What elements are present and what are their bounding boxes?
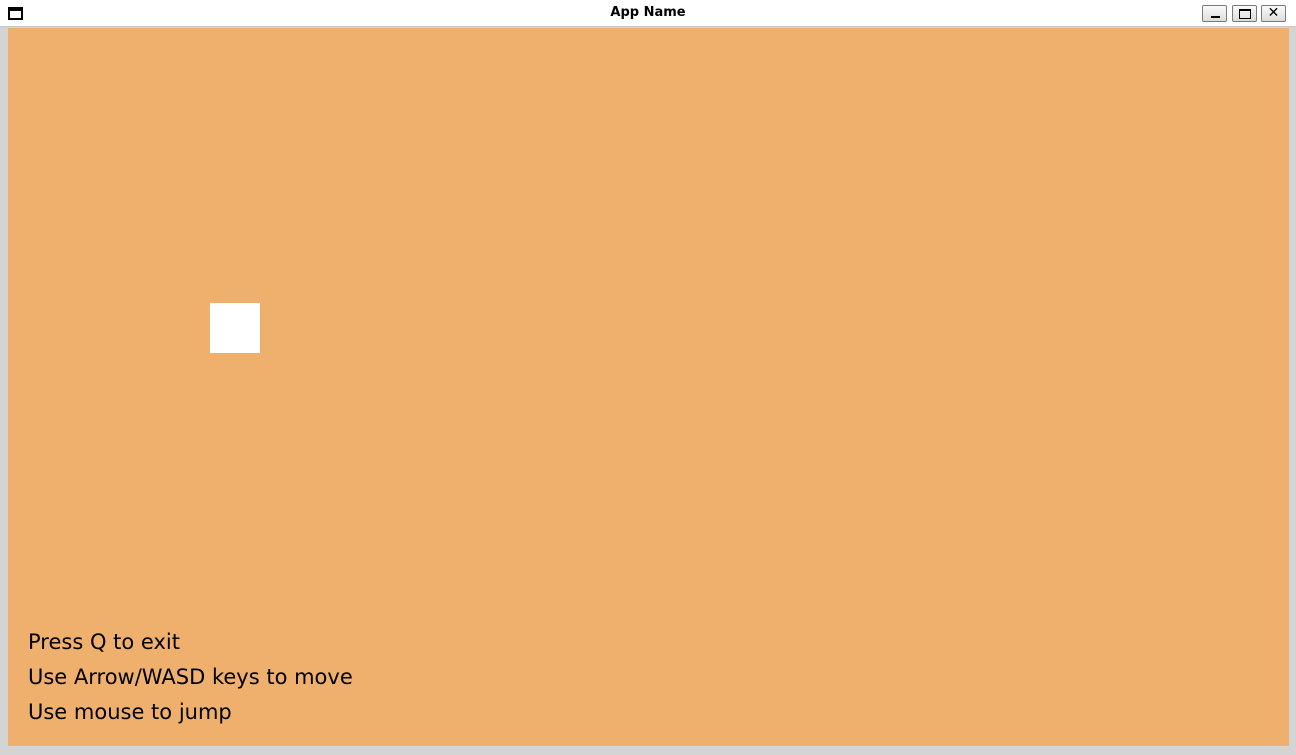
move-hint: Use Arrow/WASD keys to move: [28, 665, 353, 689]
maximize-button[interactable]: [1232, 5, 1257, 22]
title-bar[interactable]: App Name ✕: [0, 0, 1296, 27]
window-title: App Name: [610, 5, 686, 20]
exit-hint: Press Q to exit: [28, 630, 180, 654]
close-button[interactable]: ✕: [1261, 5, 1286, 22]
game-canvas[interactable]: Press Q to exit Use Arrow/WASD keys to m…: [8, 28, 1289, 746]
minimize-icon: [1211, 16, 1220, 18]
close-icon: ✕: [1267, 5, 1280, 21]
app-window: App Name ✕ Press Q to exit Use Arrow/WAS…: [0, 0, 1296, 755]
maximize-icon: [1239, 9, 1251, 19]
player-square: [210, 303, 260, 353]
jump-hint: Use mouse to jump: [28, 700, 232, 724]
minimize-button[interactable]: [1202, 5, 1227, 22]
